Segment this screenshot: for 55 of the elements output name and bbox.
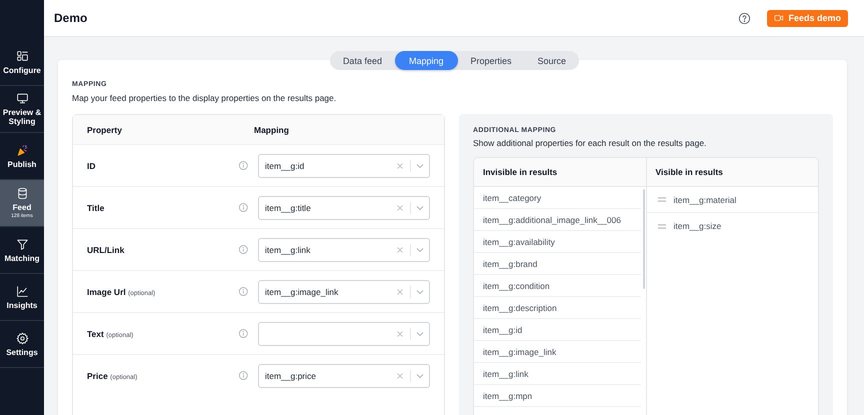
select-field[interactable]: item__g:price	[258, 364, 430, 388]
select-field[interactable]: item__g:image_link	[258, 280, 430, 304]
line-chart-icon	[16, 284, 28, 298]
tab[interactable]: Mapping	[394, 51, 458, 70]
column-header: Mapping	[254, 124, 289, 134]
help-icon[interactable]	[738, 12, 752, 24]
clear-icon[interactable]	[396, 372, 404, 380]
drag-handle-icon[interactable]	[658, 197, 666, 202]
video-camera-icon	[774, 13, 784, 23]
tab[interactable]: Properties	[458, 51, 525, 70]
tab[interactable]: Source	[524, 51, 580, 70]
info-icon[interactable]	[238, 244, 249, 255]
settings-icon	[16, 332, 28, 344]
info-icon[interactable]	[238, 160, 249, 171]
list-item[interactable]: item__g:condition	[474, 275, 640, 297]
info-icon[interactable]	[238, 202, 249, 213]
property-label: URL/Link	[87, 244, 126, 254]
select-field[interactable]: item__g:id	[258, 154, 430, 178]
select-field[interactable]: item__g:link	[258, 238, 430, 262]
clear-icon[interactable]	[396, 204, 404, 212]
party-popper-icon	[16, 144, 28, 156]
clear-icon[interactable]	[396, 162, 404, 170]
list-item[interactable]: item__category	[474, 187, 640, 209]
column-header: Invisible in results	[474, 158, 646, 187]
column-header: Property	[87, 124, 123, 134]
tab[interactable]: Data feed	[330, 51, 395, 70]
clear-icon[interactable]	[396, 288, 404, 296]
section-description: Map your feed properties to the display properties on the results page.	[72, 93, 338, 103]
info-icon[interactable]	[238, 370, 249, 381]
drag-handle-icon[interactable]	[658, 224, 666, 228]
list-item[interactable]: item__g:link	[474, 363, 640, 385]
list-item[interactable]: item__g:image_link	[474, 341, 640, 363]
list-item[interactable]: item__g:id	[474, 319, 640, 341]
list-item[interactable]: item__g:availability	[474, 231, 640, 253]
column-header: Visible in results	[646, 158, 818, 187]
monitor-icon	[16, 92, 28, 105]
list-item[interactable]: item__g:additional_image_link__006	[474, 209, 640, 231]
list-item[interactable]: item__g:brand	[474, 253, 640, 275]
section-description: Show additional properties for each result on the results page.	[473, 138, 708, 148]
clear-icon[interactable]	[396, 330, 404, 338]
list-item[interactable]: item__g:material	[646, 187, 818, 213]
info-icon[interactable]	[238, 286, 249, 297]
list-item[interactable]: item__g:description	[474, 297, 640, 319]
property-label: Title	[87, 202, 106, 212]
property-label: ID	[87, 160, 96, 170]
info-icon[interactable]	[238, 328, 249, 339]
select-field[interactable]	[258, 322, 430, 346]
grid-icon	[16, 50, 28, 62]
page-title: Demo	[54, 11, 88, 25]
list-item[interactable]: item__g:mpn	[474, 385, 640, 407]
database-icon	[16, 187, 28, 200]
list-item[interactable]: item__g:size	[646, 213, 818, 239]
funnel-icon	[16, 238, 28, 250]
clear-icon[interactable]	[396, 246, 404, 254]
select-field[interactable]: item__g:title	[258, 196, 430, 220]
